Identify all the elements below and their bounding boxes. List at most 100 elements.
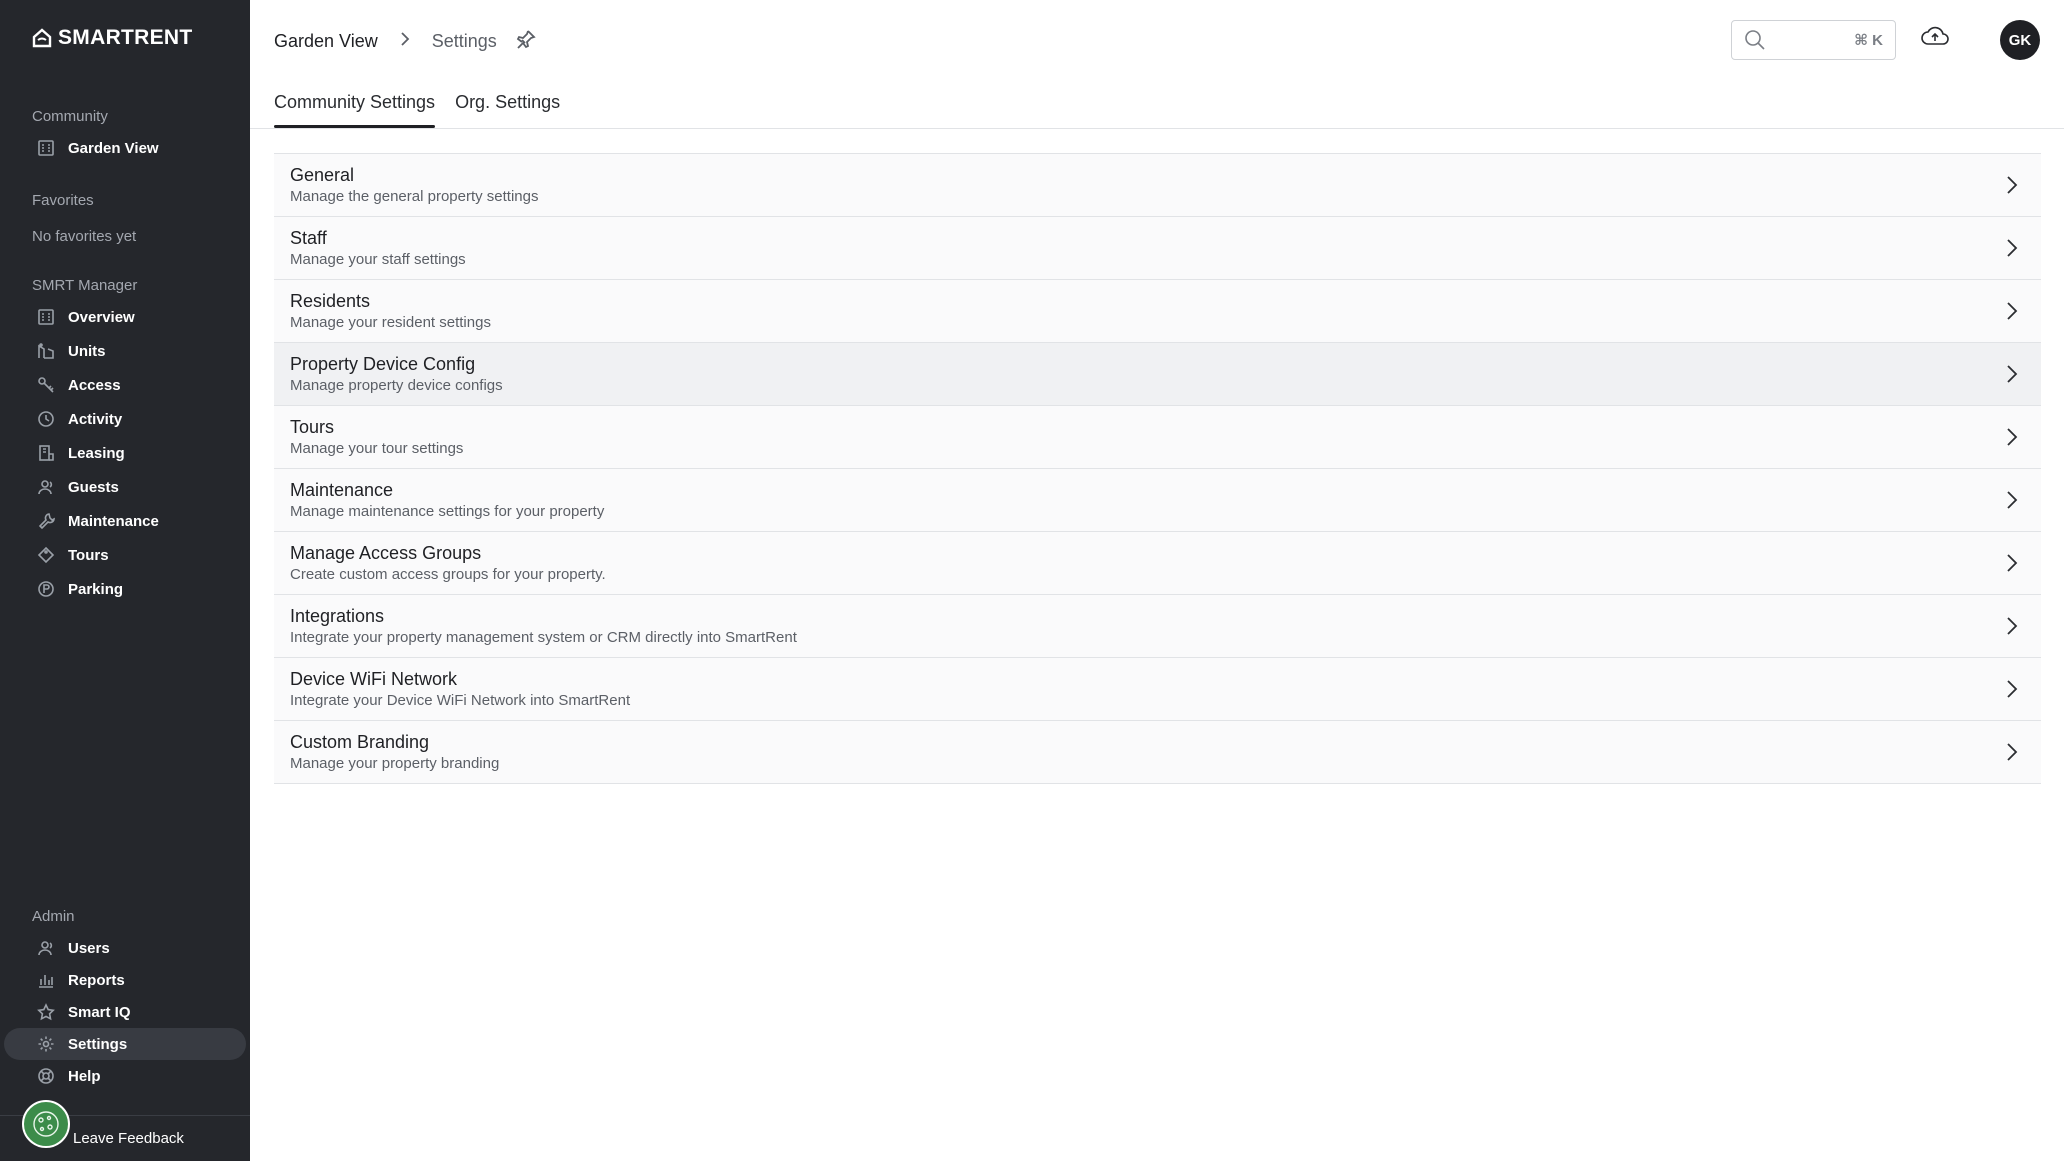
sidebar-item-label: Leasing: [68, 444, 125, 462]
setting-description: Manage your resident settings: [290, 314, 491, 331]
lifebuoy-icon: [36, 1066, 56, 1086]
leasing-icon: [36, 443, 56, 463]
setting-row-tours[interactable]: Tours Manage your tour settings: [274, 406, 2041, 469]
setting-row-integrations[interactable]: Integrations Integrate your property man…: [274, 595, 2041, 658]
settings-tabs: Community Settings Org. Settings: [274, 92, 560, 128]
sidebar-item-label: Smart IQ: [68, 1003, 131, 1021]
setting-description: Manage your property branding: [290, 755, 500, 772]
sidebar-item-reports[interactable]: Reports: [4, 964, 246, 996]
sidebar-item-label: Overview: [68, 308, 135, 326]
chevron-right-icon: [2001, 741, 2023, 763]
sidebar-item-users[interactable]: Users: [4, 932, 246, 964]
sidebar-item-garden-view[interactable]: Garden View: [4, 132, 246, 164]
building-icon: [36, 307, 56, 327]
sidebar-item-access[interactable]: Access: [4, 369, 246, 401]
wrench-icon: [36, 511, 56, 531]
setting-row-custom-branding[interactable]: Custom Branding Manage your property bra…: [274, 721, 2041, 784]
setting-row-maintenance[interactable]: Maintenance Manage maintenance settings …: [274, 469, 2041, 532]
sidebar-item-units[interactable]: Units: [4, 335, 246, 367]
guests-icon: [36, 477, 56, 497]
setting-row-property-device-config[interactable]: Property Device Config Manage property d…: [274, 343, 2041, 406]
sidebar-item-label: Reports: [68, 971, 125, 989]
setting-row-device-wifi-network[interactable]: Device WiFi Network Integrate your Devic…: [274, 658, 2041, 721]
setting-title: Residents: [290, 291, 371, 311]
units-icon: [36, 341, 56, 361]
feedback-badge[interactable]: [22, 1100, 70, 1148]
setting-row-staff[interactable]: Staff Manage your staff settings: [274, 217, 2041, 280]
sidebar-item-label: Parking: [68, 580, 124, 598]
sidebar-item-label: Users: [68, 939, 110, 957]
gear-icon: [36, 1034, 56, 1054]
sidebar-item-label: Garden View: [68, 139, 159, 157]
brand-logo[interactable]: SMARTRENT: [32, 26, 193, 50]
sidebar: SMARTRENT Community Garden View Favorite…: [0, 0, 250, 1161]
building-icon: [36, 138, 56, 158]
setting-title: Integrations: [290, 606, 385, 626]
setting-description: Create custom access groups for your pro…: [290, 566, 606, 583]
search-input[interactable]: [1775, 32, 1846, 48]
admin-section-label: Admin: [32, 908, 75, 925]
setting-row-residents[interactable]: Residents Manage your resident settings: [274, 280, 2041, 343]
sidebar-item-activity[interactable]: Activity: [4, 403, 246, 435]
setting-description: Integrate your property management syste…: [290, 629, 797, 646]
chart-icon: [36, 970, 56, 990]
favorites-empty-note: No favorites yet: [32, 228, 137, 245]
tab-community-settings[interactable]: Community Settings: [274, 92, 436, 128]
cloud-sync-icon[interactable]: [1920, 22, 1950, 52]
pin-icon[interactable]: [515, 28, 537, 55]
leave-feedback-link[interactable]: Leave Feedback: [73, 1130, 184, 1147]
sidebar-item-parking[interactable]: Parking: [4, 573, 246, 605]
search-shortcut: ⌘ K: [1854, 32, 1883, 49]
sidebar-item-label: Activity: [68, 410, 123, 428]
sidebar-footer: Leave Feedback: [0, 1100, 250, 1161]
setting-row-general[interactable]: General Manage the general property sett…: [274, 154, 2041, 217]
favorites-section-label: Favorites: [32, 192, 94, 209]
chevron-right-icon: [2001, 363, 2023, 385]
setting-description: Integrate your Device WiFi Network into …: [290, 692, 631, 709]
sidebar-item-overview[interactable]: Overview: [4, 301, 246, 333]
chevron-right-icon: [2001, 300, 2023, 322]
chevron-right-icon: [2001, 489, 2023, 511]
sidebar-item-label: Settings: [68, 1035, 128, 1053]
setting-description: Manage property device configs: [290, 377, 503, 394]
sidebar-item-settings[interactable]: Settings: [4, 1028, 246, 1060]
chevron-right-icon: [396, 30, 414, 53]
chevron-right-icon: [2001, 174, 2023, 196]
clock-icon: [36, 409, 56, 429]
sidebar-item-help[interactable]: Help: [4, 1060, 246, 1092]
setting-description: Manage the general property settings: [290, 188, 539, 205]
setting-title: Manage Access Groups: [290, 543, 482, 563]
setting-description: Manage your staff settings: [290, 251, 466, 268]
user-avatar[interactable]: GK: [2000, 20, 2040, 60]
tabs-divider: [250, 128, 2064, 129]
breadcrumb-community[interactable]: Garden View: [274, 31, 378, 52]
star-icon: [36, 1002, 56, 1022]
sidebar-item-label: Tours: [68, 546, 109, 564]
chevron-right-icon: [2001, 426, 2023, 448]
search-box[interactable]: ⌘ K: [1731, 20, 1896, 60]
sidebar-item-label: Units: [68, 342, 106, 360]
setting-row-manage-access-groups[interactable]: Manage Access Groups Create custom acces…: [274, 532, 2041, 595]
key-icon: [36, 375, 56, 395]
settings-list: General Manage the general property sett…: [274, 153, 2041, 784]
chevron-right-icon: [2001, 237, 2023, 259]
sidebar-item-guests[interactable]: Guests: [4, 471, 246, 503]
setting-description: Manage your tour settings: [290, 440, 464, 457]
sidebar-item-leasing[interactable]: Leasing: [4, 437, 246, 469]
breadcrumb-current: Settings: [431, 31, 497, 51]
breadcrumb: Garden View Settings: [274, 28, 537, 55]
setting-title: Device WiFi Network: [290, 669, 458, 689]
community-section-label: Community: [32, 108, 108, 125]
sidebar-item-label: Help: [68, 1067, 101, 1085]
sidebar-item-tours[interactable]: Tours: [4, 539, 246, 571]
cookie-icon: [33, 1111, 59, 1137]
chevron-right-icon: [2001, 678, 2023, 700]
tab-org-settings[interactable]: Org. Settings: [455, 92, 560, 128]
sidebar-item-smart-iq[interactable]: Smart IQ: [4, 996, 246, 1028]
sidebar-item-label: Access: [68, 376, 121, 394]
setting-description: Manage maintenance settings for your pro…: [290, 503, 605, 520]
brand-name: SMARTRENT: [58, 26, 193, 49]
sidebar-item-maintenance[interactable]: Maintenance: [4, 505, 246, 537]
setting-title: Tours: [290, 417, 335, 437]
sidebar-item-label: Guests: [68, 478, 119, 496]
